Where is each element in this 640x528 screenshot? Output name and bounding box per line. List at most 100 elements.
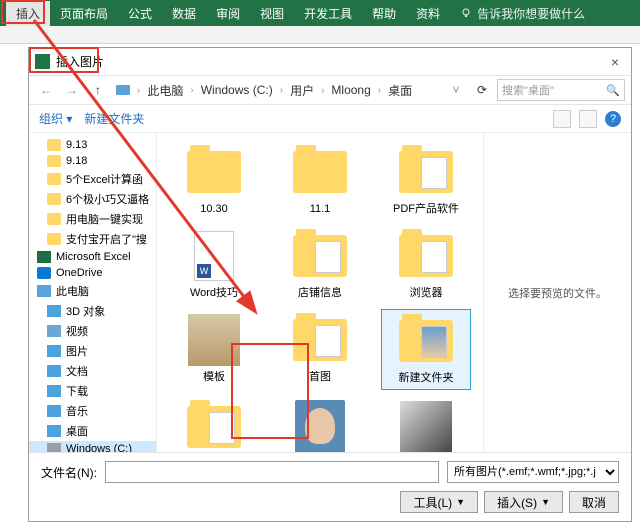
file-item[interactable]: 11.1 (275, 141, 365, 219)
sidebar-item-label: 支付宝开启了"搜 (66, 231, 147, 247)
tab-help[interactable]: 帮助 (362, 1, 406, 26)
tab-data[interactable]: 数据 (162, 1, 206, 26)
file-item[interactable]: 首图 (275, 309, 365, 389)
folder-icon (47, 155, 61, 167)
sidebar-item[interactable]: Microsoft Excel (29, 249, 156, 265)
nav-up-button[interactable]: ↑ (87, 79, 109, 101)
insert-button[interactable]: 插入(S)▼ (484, 491, 563, 513)
folder-icon (37, 267, 51, 279)
sidebar-item[interactable]: 5个Excel计算函 (29, 169, 156, 189)
file-item[interactable]: 新建文件夹 (381, 309, 471, 389)
sidebar-item-label: Microsoft Excel (56, 251, 131, 263)
dialog-nav: ← → ↑ › 此电脑 › Windows (C:) › 用户 › Mloong… (29, 75, 631, 105)
tab-dev[interactable]: 开发工具 (294, 1, 362, 26)
file-label: Word技巧 (190, 287, 238, 300)
refresh-button[interactable]: ⟳ (471, 79, 493, 101)
file-label: 新建文件夹 (399, 372, 454, 385)
file-item[interactable]: 模板 (169, 309, 259, 389)
nav-back-button[interactable]: ← (35, 79, 57, 101)
folder-icon (37, 251, 51, 263)
nav-forward-button[interactable]: → (61, 79, 83, 101)
folder-icon (47, 385, 61, 397)
file-item[interactable]: Word技巧 (169, 225, 259, 303)
sidebar-item[interactable]: 6个极小巧又逼格 (29, 189, 156, 209)
preview-panel: 选择要预览的文件。 (483, 133, 631, 452)
sidebar-item[interactable]: 用电脑一键实现 (29, 209, 156, 229)
folder-icon (47, 173, 61, 185)
dialog-title: 插入图片 (56, 53, 605, 70)
sidebar-item[interactable]: OneDrive (29, 265, 156, 281)
file-item[interactable]: PDF产品软件 (381, 141, 471, 219)
file-item[interactable]: 0.png (275, 396, 365, 452)
breadcrumb-item[interactable]: 此电脑 (144, 80, 186, 101)
sidebar-item-label: 音乐 (66, 403, 88, 419)
file-thumbnail (182, 228, 246, 284)
file-type-filter[interactable]: 所有图片(*.emf;*.wmf;*.jpg;*.j (447, 461, 619, 483)
breadcrumb-item[interactable]: Mloong (328, 81, 373, 99)
folder-icon (37, 285, 51, 297)
file-label: 模板 (203, 371, 225, 384)
sidebar-item[interactable]: 支付宝开启了"搜 (29, 229, 156, 249)
tab-pagelayout[interactable]: 页面布局 (50, 1, 118, 26)
organize-menu[interactable]: 组织 ▾ (39, 110, 72, 127)
sidebar-item[interactable]: 9.18 (29, 153, 156, 169)
file-label: 浏览器 (410, 287, 443, 300)
sidebar-item[interactable]: 桌面 (29, 421, 156, 441)
search-placeholder: 搜索"桌面" (502, 82, 554, 98)
sidebar-item[interactable]: 视频 (29, 321, 156, 341)
file-item[interactable]: 10.30 (169, 141, 259, 219)
pc-icon (116, 85, 130, 95)
sidebar-item[interactable]: 音乐 (29, 401, 156, 421)
sidebar[interactable]: 9.13 9.18 5个Excel计算函6个极小巧又逼格用电脑一键实现支付宝开启了"… (29, 133, 157, 452)
file-thumbnail (288, 399, 352, 452)
file-thumbnail (182, 399, 246, 452)
sidebar-item-label: OneDrive (56, 267, 102, 279)
tools-button[interactable]: 工具(L)▼ (400, 491, 478, 513)
file-item[interactable]: 浏览器 (381, 225, 471, 303)
sidebar-item[interactable]: 下载 (29, 381, 156, 401)
breadcrumb-item[interactable]: 桌面 (385, 80, 415, 101)
sidebar-item[interactable]: 文档 (29, 361, 156, 381)
breadcrumb[interactable]: › 此电脑 › Windows (C:) › 用户 › Mloong › 桌面 (113, 80, 441, 101)
breadcrumb-root[interactable] (113, 83, 133, 97)
folder-icon (47, 193, 61, 205)
chevron-right-icon: › (135, 85, 142, 96)
search-input[interactable]: 搜索"桌面" 🔍 (497, 79, 625, 101)
tab-resource[interactable]: 资料 (406, 1, 450, 26)
tell-me[interactable]: 告诉我你想要做什么 (450, 1, 595, 26)
tab-formula[interactable]: 公式 (118, 1, 162, 26)
sidebar-item-label: 此电脑 (56, 283, 89, 299)
close-button[interactable]: × (605, 54, 625, 70)
file-item[interactable]: 迅捷PDF转换器-APP截图(1) (169, 396, 259, 452)
tab-review[interactable]: 审阅 (206, 1, 250, 26)
help-button[interactable]: ? (605, 111, 621, 127)
dialog-toolbar: 组织 ▾ 新建文件夹 ? (29, 105, 631, 133)
file-grid[interactable]: 10.3011.1PDF产品软件 Word技巧 店铺信息 浏览器模板 首图新建文件夹迅捷… (157, 133, 483, 452)
tab-insert[interactable]: 插入 (6, 1, 50, 26)
tab-view[interactable]: 视图 (250, 1, 294, 26)
sidebar-item[interactable]: Windows (C:) (29, 441, 156, 452)
view-mode-button[interactable] (553, 110, 571, 128)
preview-pane-button[interactable] (579, 110, 597, 128)
filename-input[interactable] (105, 461, 439, 483)
file-item[interactable]: 店铺信息 (275, 225, 365, 303)
tell-me-label: 告诉我你想要做什么 (477, 5, 585, 22)
breadcrumb-dropdown[interactable]: ˅ (445, 79, 467, 101)
breadcrumb-item[interactable]: 用户 (287, 80, 317, 101)
cancel-button[interactable]: 取消 (569, 491, 619, 513)
chevron-right-icon: › (376, 85, 383, 96)
file-thumbnail (394, 144, 458, 200)
new-folder-button[interactable]: 新建文件夹 (84, 110, 144, 127)
excel-ribbon (0, 26, 640, 44)
sidebar-item-label: 视频 (66, 323, 88, 339)
breadcrumb-item[interactable]: Windows (C:) (198, 81, 276, 99)
sidebar-item[interactable]: 3D 对象 (29, 301, 156, 321)
sidebar-item-label: 9.18 (66, 155, 87, 167)
sidebar-item[interactable]: 此电脑 (29, 281, 156, 301)
sidebar-item[interactable]: 图片 (29, 341, 156, 361)
file-item[interactable]: 46aeeb747258f1b6ab7e274a036f1add (1).jpg (381, 396, 471, 452)
file-thumbnail (182, 312, 246, 368)
sidebar-item[interactable]: 9.13 (29, 137, 156, 153)
file-label: 店铺信息 (298, 287, 342, 300)
file-thumbnail (288, 228, 352, 284)
